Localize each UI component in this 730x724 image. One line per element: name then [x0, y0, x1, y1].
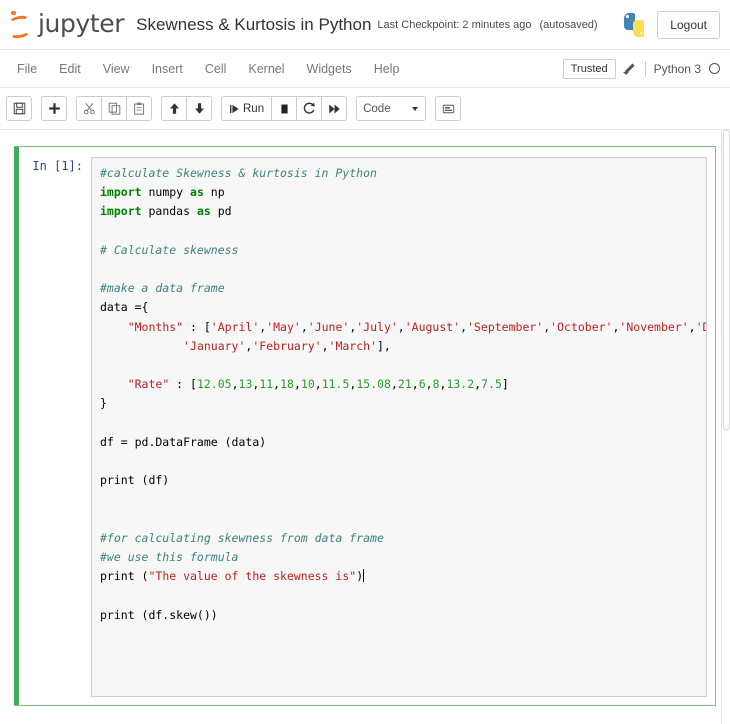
save-icon — [13, 102, 26, 115]
menu-item-kernel[interactable]: Kernel — [237, 54, 295, 84]
fast-forward-icon — [328, 103, 341, 115]
header-right-group: Logout — [623, 11, 720, 39]
move-cell-up-button[interactable] — [161, 96, 187, 121]
cell-type-value: Code — [363, 103, 391, 115]
kernel-name-label[interactable]: Python 3 — [654, 62, 701, 76]
toolbar-group-edit — [76, 96, 152, 121]
kernel-idle-circle-icon — [709, 63, 720, 74]
command-palette-button[interactable] — [435, 96, 461, 121]
run-cell-button[interactable]: Run — [221, 96, 272, 121]
toolbar-group-save — [6, 96, 32, 121]
text-cursor — [363, 569, 364, 582]
restart-kernel-button[interactable] — [296, 96, 322, 121]
arrow-down-icon — [193, 102, 206, 115]
toolbar-group-insert — [41, 96, 67, 121]
interrupt-kernel-button[interactable] — [271, 96, 297, 121]
menu-item-edit[interactable]: Edit — [48, 54, 92, 84]
menu-item-cell[interactable]: Cell — [194, 54, 238, 84]
jupyter-logo-icon — [8, 10, 34, 40]
chevron-down-icon — [412, 107, 418, 111]
toolbar-group-palette — [435, 96, 461, 121]
stop-square-icon — [279, 103, 290, 115]
plus-icon — [48, 102, 61, 115]
copy-cell-button[interactable] — [101, 96, 127, 121]
menu-item-widgets[interactable]: Widgets — [296, 54, 363, 84]
menu-item-help[interactable]: Help — [363, 54, 411, 84]
code-editor[interactable]: #calculate Skewness & kurtosis in Python… — [91, 157, 707, 697]
arrow-up-icon — [168, 102, 181, 115]
notebook-title[interactable]: Skewness & Kurtosis in Python — [136, 15, 371, 35]
scissors-icon — [83, 102, 96, 115]
menu-item-insert[interactable]: Insert — [141, 54, 194, 84]
toolbar-group-move — [161, 96, 212, 121]
last-checkpoint-label: Last Checkpoint: 2 minutes ago — [377, 19, 531, 31]
restart-and-run-all-button[interactable] — [321, 96, 347, 121]
cut-cell-button[interactable] — [76, 96, 102, 121]
cell-prompt: In [1]: — [19, 157, 91, 697]
code-source[interactable]: #calculate Skewness & kurtosis in Python… — [100, 164, 698, 625]
cell-type-select[interactable]: Code — [356, 96, 426, 121]
paste-icon — [133, 102, 146, 115]
cell-inner: In [1]: #calculate Skewness & kurtosis i… — [19, 147, 715, 705]
toolbar-group-run: Run — [221, 96, 347, 121]
pencil-icon[interactable] — [624, 62, 637, 75]
notebook-toolbar: Run Code — [0, 88, 730, 130]
brand-wordmark: jupyter — [38, 11, 124, 38]
notebook-body: In [1]: #calculate Skewness & kurtosis i… — [0, 130, 730, 724]
menubar-divider — [645, 61, 646, 77]
menu-bar-right-group: Trusted Python 3 — [563, 59, 720, 79]
run-icon — [229, 103, 240, 115]
menu-item-view[interactable]: View — [92, 54, 141, 84]
restart-icon — [303, 102, 316, 115]
jupyter-brand-link[interactable]: jupyter — [8, 10, 124, 40]
menu-bar: File Edit View Insert Cell Kernel Widget… — [0, 50, 730, 88]
trusted-badge[interactable]: Trusted — [563, 59, 616, 79]
move-cell-down-button[interactable] — [186, 96, 212, 121]
paste-cell-button[interactable] — [126, 96, 152, 121]
notebook-scrollbar-thumb[interactable] — [723, 130, 730, 430]
logout-button[interactable]: Logout — [657, 11, 720, 39]
keyboard-icon — [442, 103, 455, 115]
menu-item-file[interactable]: File — [6, 54, 48, 84]
run-button-label: Run — [243, 103, 264, 115]
save-button[interactable] — [6, 96, 32, 121]
copy-icon — [108, 102, 121, 115]
code-cell[interactable]: In [1]: #calculate Skewness & kurtosis i… — [14, 146, 716, 706]
autosave-status-label: (autosaved) — [540, 19, 598, 31]
python-logo-icon — [623, 13, 645, 37]
insert-cell-below-button[interactable] — [41, 96, 67, 121]
notebook-header: jupyter Skewness & Kurtosis in Python La… — [0, 0, 730, 50]
notebook-scrollbar[interactable] — [721, 130, 730, 724]
